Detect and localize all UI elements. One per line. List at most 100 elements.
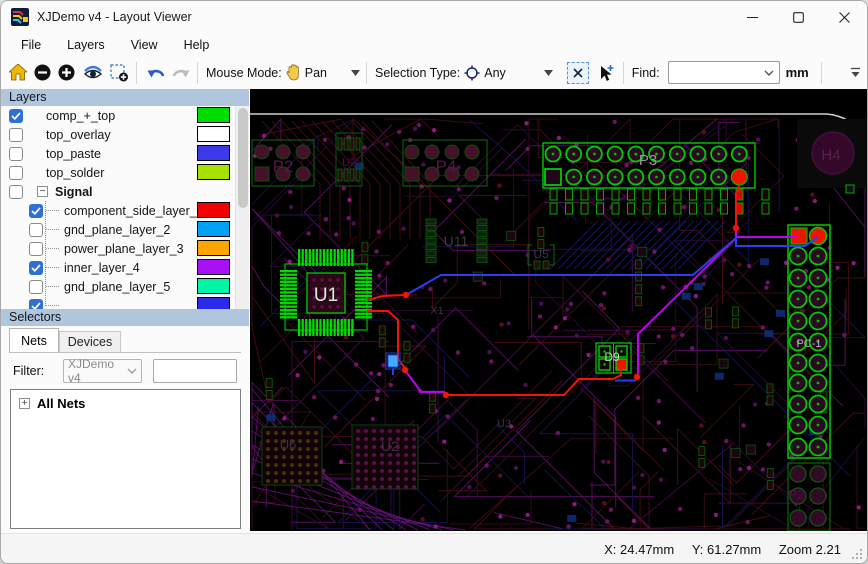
redo-button[interactable] bbox=[169, 61, 191, 85]
find-input[interactable] bbox=[668, 65, 764, 80]
cursor-add-button[interactable] bbox=[595, 61, 617, 85]
layer-color-swatch[interactable] bbox=[197, 126, 230, 142]
layer-row-component_side_layer_1[interactable]: component_side_layer_1 bbox=[1, 201, 235, 220]
layer-color-swatch[interactable] bbox=[197, 278, 230, 294]
window-title: XJDemo v4 - Layout Viewer bbox=[37, 10, 192, 24]
title-bar[interactable]: XJDemo v4 - Layout Viewer bbox=[1, 1, 867, 33]
toolbar-separator bbox=[136, 61, 137, 84]
label-p4: P4 bbox=[436, 157, 457, 176]
status-bar: X: 24.47mm Y: 61.27mm Zoom 2.21 bbox=[1, 533, 867, 563]
menu-item-file[interactable]: File bbox=[11, 35, 51, 55]
undo-button[interactable] bbox=[145, 61, 167, 85]
resize-grip[interactable] bbox=[850, 547, 863, 560]
zoom-in-button[interactable] bbox=[55, 61, 77, 85]
tab-nets[interactable]: Nets bbox=[9, 328, 59, 352]
layer-checkbox[interactable] bbox=[29, 222, 43, 237]
layer-label: inner_layer_4 bbox=[64, 260, 140, 275]
zoom-out-button[interactable] bbox=[31, 61, 53, 85]
layer-checkbox[interactable] bbox=[9, 146, 23, 161]
pcb-canvas[interactable]: P2 U7 P4 P3 H4 U11 U5 X1 U1 D9 PC-1 U3 U… bbox=[250, 89, 867, 531]
toolbar-overflow-icon[interactable] bbox=[850, 67, 861, 78]
selection-type-dropdown-icon[interactable] bbox=[543, 69, 553, 76]
label-x1: X1 bbox=[430, 305, 443, 317]
label-u1: U1 bbox=[314, 285, 338, 306]
layer-row-partial[interactable] bbox=[1, 296, 235, 309]
layer-row-comp_+_top[interactable]: comp_+_top bbox=[1, 106, 235, 125]
component-bga-u6[interactable] bbox=[261, 426, 323, 486]
layer-checkbox[interactable] bbox=[9, 108, 23, 123]
layer-checkbox[interactable] bbox=[29, 279, 43, 294]
home-button[interactable] bbox=[7, 61, 29, 85]
label-u11: U11 bbox=[444, 233, 469, 249]
layer-label: Signal bbox=[55, 184, 93, 199]
label-u7: U7 bbox=[342, 157, 356, 169]
label-u2: U2 bbox=[381, 438, 399, 454]
layer-row-top_solder[interactable]: top_solder bbox=[1, 163, 235, 182]
mouse-mode-dropdown-icon[interactable] bbox=[350, 69, 360, 76]
layer-color-swatch[interactable] bbox=[197, 221, 230, 237]
clear-selection-toggle[interactable] bbox=[566, 61, 589, 84]
layers-scrollbar-thumb[interactable] bbox=[238, 108, 248, 208]
filter-search-input[interactable] bbox=[153, 359, 237, 383]
layer-row-Signal[interactable]: − Signal bbox=[1, 182, 235, 201]
layer-color-swatch[interactable] bbox=[197, 240, 230, 256]
layer-color-swatch[interactable] bbox=[197, 297, 230, 309]
highlighted-blue-pad[interactable] bbox=[385, 352, 401, 370]
layer-label: gnd_plane_layer_2 bbox=[64, 222, 171, 237]
tree-item-all-nets[interactable]: + All Nets bbox=[19, 396, 240, 411]
layer-checkbox[interactable] bbox=[29, 241, 43, 256]
layer-checkbox[interactable] bbox=[29, 298, 43, 309]
layer-color-swatch[interactable] bbox=[197, 259, 230, 275]
layer-color-swatch[interactable] bbox=[197, 202, 230, 218]
minimize-button[interactable] bbox=[729, 1, 775, 33]
selection-type-value[interactable]: Any bbox=[484, 66, 506, 80]
label-d9: D9 bbox=[604, 350, 620, 364]
layer-color-swatch[interactable] bbox=[197, 107, 230, 123]
layer-row-power_plane_layer_3[interactable]: power_plane_layer_3 bbox=[1, 239, 235, 258]
layer-row-top_paste[interactable]: top_paste bbox=[1, 144, 235, 163]
home-icon bbox=[9, 64, 27, 81]
nets-tree[interactable]: + All Nets bbox=[10, 389, 241, 529]
layer-row-gnd_plane_layer_5[interactable]: gnd_plane_layer_5 bbox=[1, 277, 235, 296]
layer-color-swatch[interactable] bbox=[197, 164, 230, 180]
layer-label: gnd_plane_layer_5 bbox=[64, 279, 171, 294]
layer-row-inner_layer_4[interactable]: inner_layer_4 bbox=[1, 258, 235, 277]
layer-row-top_overlay[interactable]: top_overlay bbox=[1, 125, 235, 144]
mouse-mode-label: Mouse Mode: bbox=[206, 65, 282, 80]
minimize-icon bbox=[746, 16, 758, 18]
zoom-fit-button[interactable] bbox=[82, 61, 104, 85]
crosshair-any-icon bbox=[464, 65, 480, 80]
layer-row-gnd_plane_layer_2[interactable]: gnd_plane_layer_2 bbox=[1, 220, 235, 239]
layer-checkbox[interactable] bbox=[29, 260, 43, 275]
layer-checkbox[interactable] bbox=[9, 127, 23, 142]
filter-label: Filter: bbox=[13, 364, 45, 378]
component-bga-u2[interactable] bbox=[351, 424, 419, 490]
layer-checkbox[interactable] bbox=[9, 184, 23, 199]
tab-devices[interactable]: Devices bbox=[59, 331, 121, 352]
layer-color-swatch[interactable] bbox=[197, 145, 230, 161]
zoom-selection-button[interactable] bbox=[108, 61, 130, 85]
mouse-mode-value[interactable]: Pan bbox=[305, 66, 327, 80]
find-dropdown-icon[interactable] bbox=[764, 70, 774, 76]
expand-icon[interactable]: + bbox=[19, 398, 30, 409]
label-u6: U6 bbox=[280, 437, 297, 452]
layer-checkbox[interactable] bbox=[9, 165, 23, 180]
maximize-button[interactable] bbox=[775, 1, 821, 33]
filter-combobox: XJDemo v4 bbox=[63, 357, 142, 385]
find-combobox[interactable] bbox=[667, 61, 780, 84]
close-icon bbox=[838, 11, 850, 23]
left-panel: Layers comp_+_top top_overlay top_paste top… bbox=[1, 89, 249, 533]
close-button[interactable] bbox=[821, 1, 867, 33]
layer-checkbox[interactable] bbox=[29, 203, 43, 218]
redo-icon bbox=[172, 69, 189, 77]
maximize-icon bbox=[792, 11, 804, 23]
menu-bar: File Layers View Help bbox=[1, 33, 867, 57]
menu-item-view[interactable]: View bbox=[121, 35, 168, 55]
menu-item-help[interactable]: Help bbox=[174, 35, 220, 55]
collapse-icon[interactable]: − bbox=[37, 186, 48, 197]
label-h4: H4 bbox=[821, 147, 840, 164]
layers-scrollbar[interactable] bbox=[235, 106, 249, 309]
layer-label: component_side_layer_1 bbox=[64, 203, 204, 218]
layers-list: comp_+_top top_overlay top_paste top_solder… bbox=[1, 106, 235, 309]
menu-item-layers[interactable]: Layers bbox=[57, 35, 115, 55]
